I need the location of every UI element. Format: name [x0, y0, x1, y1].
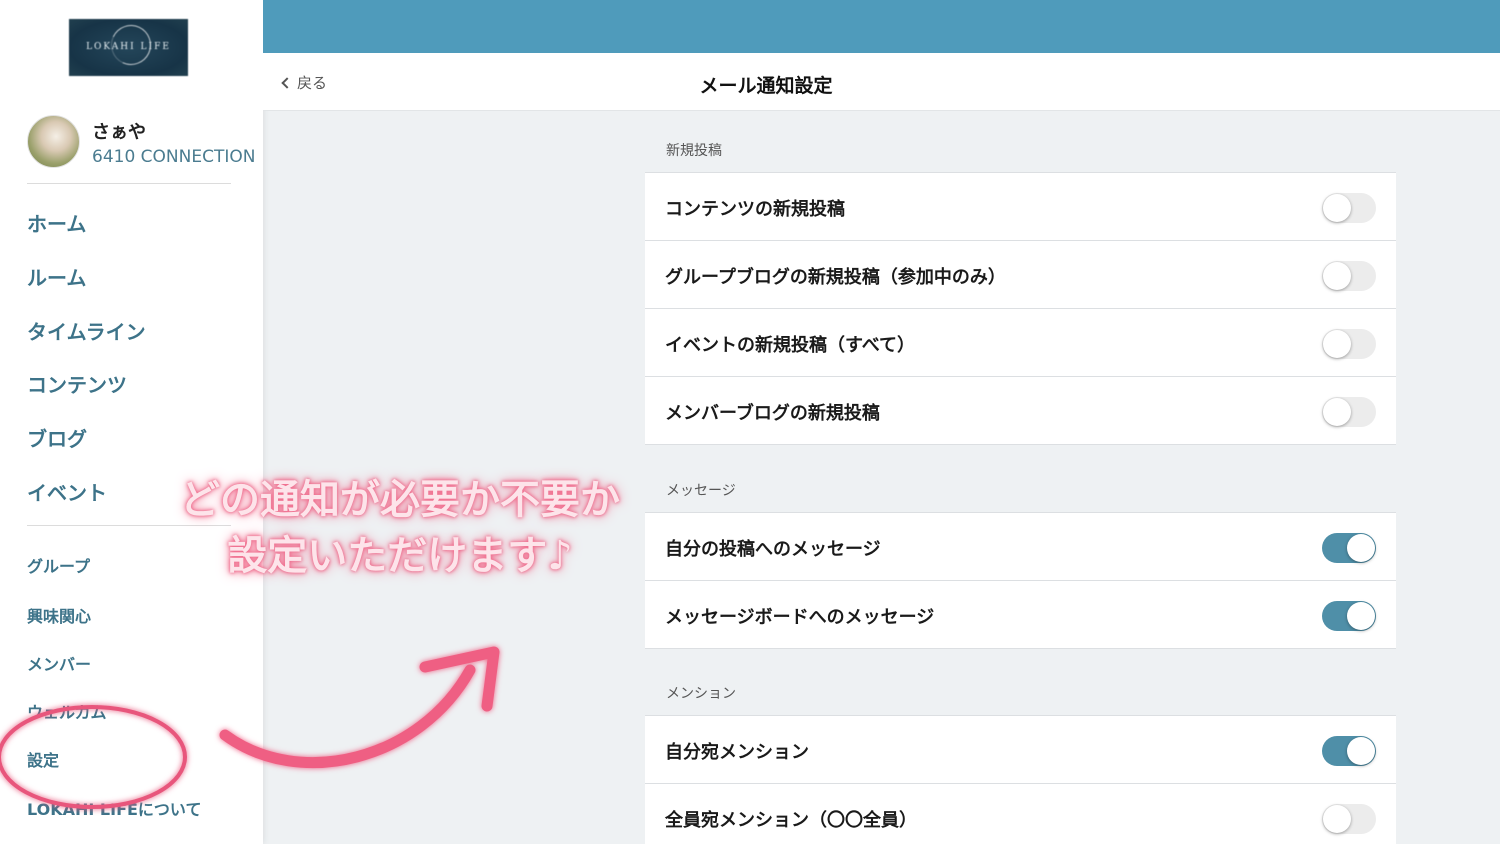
toggle-switch[interactable]: [1322, 533, 1376, 563]
setting-label: イベントの新規投稿（すべて）: [665, 335, 916, 356]
setting-row: 自分宛メンション: [645, 716, 1396, 784]
setting-row: 自分の投稿へのメッセージ: [645, 513, 1396, 581]
sidebar-item-welcome[interactable]: ウェルカム: [27, 699, 107, 723]
top-bar: [263, 0, 1500, 53]
sidebar-item-room[interactable]: ルーム: [27, 262, 86, 291]
logo[interactable]: LOKAHI LIFE: [69, 19, 188, 76]
toggle-switch[interactable]: [1322, 193, 1376, 223]
setting-label: メンバーブログの新規投稿: [665, 403, 880, 424]
sidebar-item-timeline[interactable]: タイムライン: [27, 316, 146, 345]
settings-group-messages: 自分の投稿へのメッセージ メッセージボードへのメッセージ: [645, 512, 1396, 649]
setting-label: 自分の投稿へのメッセージ: [665, 539, 881, 560]
sidebar-item-interests[interactable]: 興味関心: [27, 603, 91, 627]
toggle-switch[interactable]: [1322, 601, 1376, 631]
setting-label: メッセージボードへのメッセージ: [665, 607, 935, 628]
sidebar-item-home[interactable]: ホーム: [27, 208, 86, 237]
sidebar: LOKAHI LIFE さぁや 6410 CONNECTION ホーム ルーム …: [0, 0, 263, 844]
settings-group-mentions: 自分宛メンション 全員宛メンション（〇〇全員）: [645, 715, 1396, 844]
sidebar-divider: [27, 183, 231, 184]
section-label-mentions: メンション: [666, 686, 736, 702]
section-label-new-posts: 新規投稿: [666, 143, 722, 159]
toggle-switch[interactable]: [1322, 397, 1376, 427]
sidebar-item-blog[interactable]: ブログ: [27, 423, 87, 452]
annotation-callout: どの通知が必要か不要か 設定いただけます♪: [160, 472, 640, 584]
section-label-messages: メッセージ: [666, 483, 736, 499]
page-header: 戻る メール通知設定: [263, 53, 1500, 111]
page-title: メール通知設定: [699, 75, 833, 97]
sidebar-item-about[interactable]: LOKAHI LIFEについて: [27, 796, 201, 820]
sidebar-item-members[interactable]: メンバー: [27, 651, 91, 675]
toggle-switch[interactable]: [1322, 261, 1376, 291]
sidebar-item-contents[interactable]: コンテンツ: [27, 369, 127, 398]
user-name[interactable]: さぁや: [92, 118, 146, 144]
avatar[interactable]: [27, 115, 80, 168]
toggle-switch[interactable]: [1322, 329, 1376, 359]
toggle-switch[interactable]: [1322, 804, 1376, 834]
sidebar-item-group[interactable]: グループ: [27, 553, 90, 577]
annotation-line: 設定いただけます♪: [227, 533, 573, 579]
settings-group-new-posts: コンテンツの新規投稿 グループブログの新規投稿（参加中のみ） イベントの新規投稿…: [645, 172, 1396, 445]
annotation-line: どの通知が必要か不要か: [180, 477, 620, 523]
setting-label: グループブログの新規投稿（参加中のみ）: [665, 267, 1006, 288]
setting-row: メッセージボードへのメッセージ: [645, 581, 1396, 649]
toggle-switch[interactable]: [1322, 736, 1376, 766]
setting-row: コンテンツの新規投稿: [645, 173, 1396, 241]
sidebar-item-event[interactable]: イベント: [27, 477, 107, 506]
setting-label: 自分宛メンション: [665, 742, 809, 763]
logo-text: LOKAHI LIFE: [86, 42, 171, 52]
setting-label: コンテンツの新規投稿: [665, 199, 845, 220]
setting-row: グループブログの新規投稿（参加中のみ）: [645, 241, 1396, 309]
setting-row: 全員宛メンション（〇〇全員）: [645, 784, 1396, 844]
setting-row: イベントの新規投稿（すべて）: [645, 309, 1396, 377]
setting-row: メンバーブログの新規投稿: [645, 377, 1396, 445]
setting-label: 全員宛メンション（〇〇全員）: [665, 810, 917, 831]
user-connection-count[interactable]: 6410 CONNECTION: [92, 147, 255, 167]
arrow-head-icon: [419, 646, 500, 712]
sidebar-item-settings[interactable]: 設定: [27, 747, 59, 771]
